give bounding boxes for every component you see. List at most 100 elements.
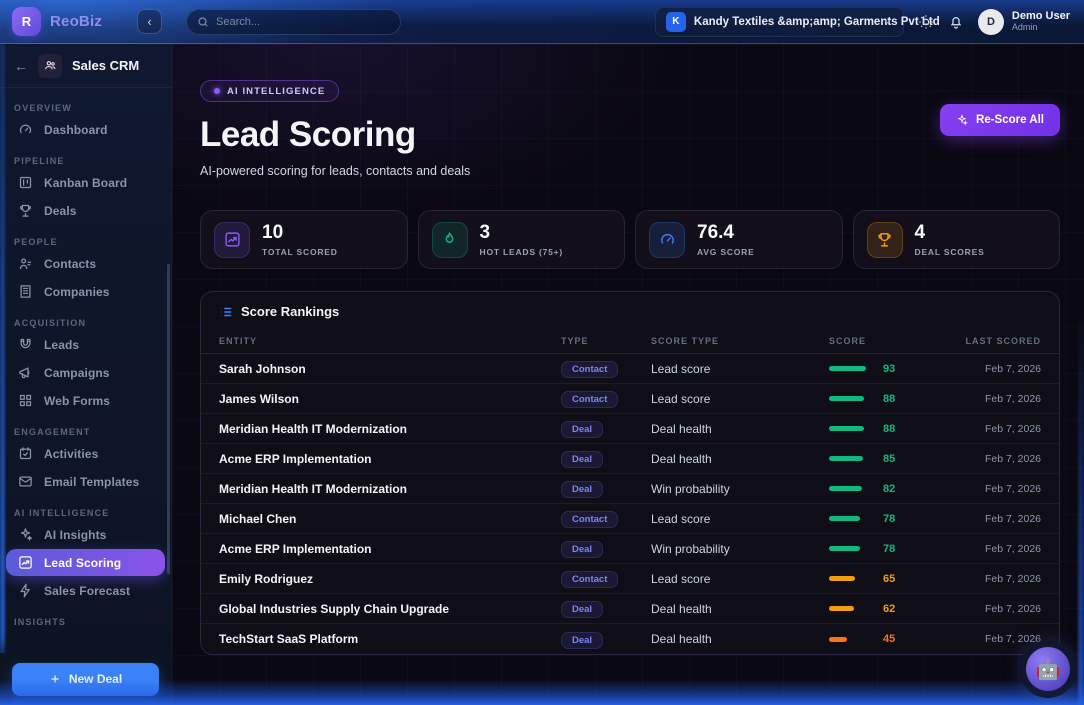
column-header-last-scored: LAST SCORED — [949, 336, 1041, 346]
user-menu[interactable]: D Demo User Admin — [978, 9, 1070, 35]
score-value: 82 — [883, 483, 895, 495]
bell-icon — [948, 14, 964, 30]
notifications-button[interactable] — [948, 14, 964, 30]
sidebar-item-dashboard[interactable]: Dashboard — [6, 116, 165, 143]
theme-toggle-button[interactable] — [918, 14, 934, 30]
pulse-dot-icon — [214, 88, 220, 94]
company-selector[interactable]: K Kandy Textiles &amp;amp; Garments Pvt … — [655, 7, 904, 37]
table-body: Sarah Johnson Contact Lead score 93 Feb … — [201, 354, 1059, 654]
sidebar-item-companies[interactable]: Companies — [6, 278, 165, 305]
page-subtitle: AI-powered scoring for leads, contacts a… — [200, 164, 1060, 178]
stat-label: TOTAL SCORED — [262, 247, 338, 257]
score-type: Lead score — [651, 512, 829, 526]
sidebar-nav: OVERVIEWDashboardPIPELINEKanban BoardDea… — [0, 88, 171, 705]
sidebar-section-people: PEOPLE — [14, 237, 157, 247]
flame-icon — [441, 231, 458, 248]
megaphone-icon — [18, 365, 33, 380]
sidebar-item-label: Contacts — [44, 257, 96, 271]
score-cell: 78 — [829, 543, 949, 555]
sidebar-item-label: Sales Forecast — [44, 584, 130, 598]
user-role: Admin — [1012, 23, 1070, 33]
app-window: R ReoBiz ‹ K Kandy Textiles &amp;amp; Ga… — [0, 0, 1084, 705]
score-bar-track — [829, 486, 873, 491]
sidebar-item-lead-scoring[interactable]: Lead Scoring — [6, 549, 165, 576]
score-cell: 88 — [829, 393, 949, 405]
sidebar-item-campaigns[interactable]: Campaigns — [6, 359, 165, 386]
rescore-all-button[interactable]: Re-Score All — [940, 104, 1060, 136]
score-bar-track — [829, 516, 873, 521]
score-cell: 62 — [829, 603, 949, 615]
stat-card-hot-leads-75: 3 HOT LEADS (75+) — [418, 210, 626, 269]
sidebar-section-engagement: ENGAGEMENT — [14, 427, 157, 437]
sidebar-item-label: Lead Scoring — [44, 556, 121, 570]
sidebar-item-contacts[interactable]: Contacts — [6, 250, 165, 277]
topbar-actions: K Kandy Textiles &amp;amp; Garments Pvt … — [655, 7, 1084, 37]
sidebar-item-leads[interactable]: Leads — [6, 331, 165, 358]
new-deal-label: New Deal — [69, 672, 122, 686]
sidebar-item-deals[interactable]: Deals — [6, 197, 165, 224]
sidebar-item-ai-insights[interactable]: AI Insights — [6, 521, 165, 548]
sidebar: ← Sales CRM OVERVIEWDashboardPIPELINEKan… — [0, 44, 172, 705]
sidebar-scrollbar[interactable] — [167, 264, 170, 574]
search-input[interactable] — [186, 9, 401, 35]
back-button[interactable]: ← — [14, 58, 28, 74]
sun-icon — [918, 14, 934, 30]
score-bar — [829, 456, 863, 461]
score-cell: 45 — [829, 633, 949, 645]
score-bar — [829, 516, 860, 521]
stat-icon-tile — [214, 222, 250, 258]
table-header-row: ENTITY TYPE SCORE TYPE SCORE LAST SCORED — [201, 328, 1059, 354]
sidebar-item-email-templates[interactable]: Email Templates — [6, 468, 165, 495]
sidebar-footer: New Deal — [0, 653, 171, 705]
calendar-check-icon — [18, 446, 33, 461]
type-badge: Contact — [561, 511, 618, 528]
chatbot-button[interactable]: 🤖 — [1026, 647, 1070, 691]
entity-name: Michael Chen — [219, 512, 561, 526]
search-icon — [197, 16, 209, 28]
search-field[interactable] — [216, 16, 390, 28]
last-scored-date: Feb 7, 2026 — [949, 513, 1041, 525]
sidebar-item-label: Email Templates — [44, 475, 139, 489]
table-row: TechStart SaaS Platform Deal Deal health… — [201, 624, 1059, 654]
column-header-score-type: SCORE TYPE — [651, 336, 829, 346]
avatar: D — [978, 9, 1004, 35]
sidebar-item-label: Web Forms — [44, 394, 110, 408]
sidebar-header: ← Sales CRM — [0, 44, 171, 88]
sidebar-section-insights: INSIGHTS — [14, 617, 157, 627]
sidebar-section-overview: OVERVIEW — [14, 103, 157, 113]
last-scored-date: Feb 7, 2026 — [949, 603, 1041, 615]
app-logo: R — [12, 7, 41, 36]
sidebar-title: Sales CRM — [72, 58, 139, 73]
score-bar-track — [829, 426, 873, 431]
sidebar-item-web-forms[interactable]: Web Forms — [6, 387, 165, 414]
sidebar-item-sales-forecast[interactable]: Sales Forecast — [6, 577, 165, 604]
new-deal-button[interactable]: New Deal — [12, 663, 159, 696]
sidebar-item-activities[interactable]: Activities — [6, 440, 165, 467]
magnet-icon — [18, 337, 33, 352]
grid-icon — [18, 393, 33, 408]
type-badge: Deal — [561, 601, 603, 618]
table-row: Meridian Health IT Modernization Deal De… — [201, 414, 1059, 444]
last-scored-date: Feb 7, 2026 — [949, 573, 1041, 585]
list-icon — [219, 305, 233, 319]
table-row: Emily Rodriguez Contact Lead score 65 Fe… — [201, 564, 1059, 594]
sparkles-icon — [18, 527, 33, 542]
score-bar-track — [829, 637, 873, 642]
sidebar-item-kanban-board[interactable]: Kanban Board — [6, 169, 165, 196]
type-badge: Contact — [561, 361, 618, 378]
last-scored-date: Feb 7, 2026 — [949, 483, 1041, 495]
type-badge: Deal — [561, 541, 603, 558]
score-cell: 85 — [829, 453, 949, 465]
sidebar-section-acquisition: ACQUISITION — [14, 318, 157, 328]
score-bar-track — [829, 366, 873, 371]
last-scored-date: Feb 7, 2026 — [949, 633, 1041, 645]
score-type: Win probability — [651, 542, 829, 556]
last-scored-date: Feb 7, 2026 — [949, 543, 1041, 555]
score-bar — [829, 546, 860, 551]
stat-card-avg-score: 76.4 AVG SCORE — [635, 210, 843, 269]
gauge-icon — [18, 122, 33, 137]
mail-icon — [18, 474, 33, 489]
ai-badge-label: AI INTELLIGENCE — [227, 86, 325, 97]
table-row: Michael Chen Contact Lead score 78 Feb 7… — [201, 504, 1059, 534]
sidebar-collapse-button[interactable]: ‹ — [137, 9, 162, 34]
